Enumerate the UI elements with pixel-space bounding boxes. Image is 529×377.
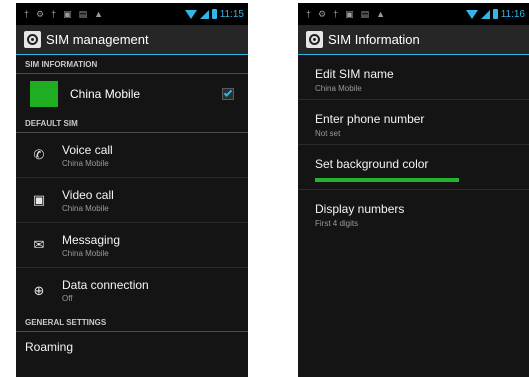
check-icon [223,88,233,97]
data-connection-item[interactable]: ⊕ Data connection Off [16,268,248,313]
action-bar: SIM management [16,25,248,55]
status-time: 11:16 [500,8,525,20]
sd-card-icon: ▤ [360,8,370,19]
status-time: 11:15 [219,8,244,20]
item-title: Edit SIM name [315,67,394,81]
item-title: Enter phone number [315,112,425,126]
set-background-color-item[interactable]: Set background color [298,145,529,190]
edit-sim-name-item[interactable]: Edit SIM name China Mobile [298,55,529,100]
voice-call-item[interactable]: ✆ Voice call China Mobile [16,133,248,178]
battery-icon [211,9,217,19]
usb-icon: † [306,8,312,19]
item-title: Video call [62,187,114,202]
item-summary: Off [62,294,73,303]
sim-information-screen: † ⚙ † ▣ ▤ ▲ 11:16 SIM Information Edit S… [298,3,529,377]
message-icon: ✉ [33,237,45,252]
section-header-sim-information: SIM INFORMATION [16,55,248,74]
warning-icon: ▲ [94,8,104,19]
item-title: Voice call [62,142,113,157]
settings-notification-icon: ⚙ [318,8,327,19]
sim-management-screen: † ⚙ † ▣ ▤ ▲ 11:15 SIM management SIM INF… [16,3,248,377]
settings-notification-icon: ⚙ [36,8,45,19]
roaming-item[interactable]: Roaming [16,332,248,362]
signal-icon [480,9,490,19]
display-numbers-item[interactable]: Display numbers First 4 digits [298,190,529,235]
item-summary: China Mobile [62,248,109,258]
sim-card-name: China Mobile [70,87,141,101]
usb-icon: † [51,8,57,19]
action-bar: SIM Information [298,25,529,55]
sim-enabled-checkbox[interactable] [222,88,234,100]
enter-phone-number-item[interactable]: Enter phone number Not set [298,100,529,145]
image-notification-icon: ▣ [345,8,354,19]
sd-card-icon: ▤ [78,8,88,19]
image-notification-icon: ▣ [63,8,72,19]
background-color-bar [315,178,459,182]
wifi-icon [184,9,197,19]
wifi-icon [465,9,478,19]
item-title: Display numbers [315,202,405,216]
status-bar: † ⚙ † ▣ ▤ ▲ 11:15 [16,3,248,25]
sim-color-swatch [30,81,58,107]
item-summary: First 4 digits [315,219,359,228]
phone-icon: ✆ [33,147,45,162]
item-title: Data connection [62,278,149,292]
item-summary: Not set [315,129,341,138]
section-header-default-sim: DEFAULT SIM [16,114,248,133]
section-header-general-settings: GENERAL SETTINGS [16,313,248,332]
video-call-item[interactable]: ▣ Video call China Mobile [16,178,248,223]
warning-icon: ▲ [376,8,386,19]
signal-icon [199,9,209,19]
page-title: SIM Information [328,32,420,47]
item-summary: China Mobile [62,158,109,168]
status-bar: † ⚙ † ▣ ▤ ▲ 11:16 [298,3,529,25]
globe-icon: ⊕ [33,282,45,298]
usb-icon: † [24,8,30,19]
sim-settings-app-icon[interactable] [24,31,41,48]
messaging-item[interactable]: ✉ Messaging China Mobile [16,223,248,268]
item-title: Messaging [62,232,121,247]
usb-icon: † [333,8,339,19]
item-summary: China Mobile [315,84,362,93]
item-title: Set background color [315,157,429,171]
video-call-icon: ▣ [32,192,46,207]
sim-settings-app-icon[interactable] [306,31,323,48]
sim-card-row[interactable]: China Mobile [16,74,248,114]
battery-icon [492,9,498,19]
page-title: SIM management [46,32,149,47]
item-summary: China Mobile [62,203,109,213]
